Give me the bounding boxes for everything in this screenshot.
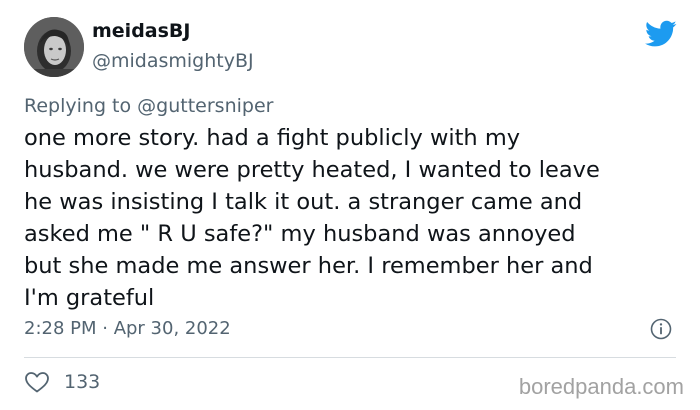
heart-icon [25, 372, 49, 393]
like-count: 133 [64, 371, 101, 393]
reply-context: Replying to @guttersniper [24, 95, 273, 117]
like-button[interactable]: 133 [24, 370, 100, 394]
tweet-timestamp[interactable]: 2:28 PM · Apr 30, 2022 [24, 318, 231, 339]
twitter-bird-icon[interactable] [645, 20, 677, 48]
reply-mention-link[interactable]: @guttersniper [137, 95, 273, 117]
author-handle[interactable]: @midasmightyBJ [92, 50, 254, 72]
watermark: boredpanda.com [518, 374, 684, 399]
avatar[interactable] [24, 17, 84, 77]
reply-prefix: Replying to [24, 95, 132, 117]
info-icon[interactable] [650, 318, 672, 340]
author-name[interactable]: meidasBJ [92, 20, 190, 42]
tweet-text: one more story. had a fight publicly wit… [24, 125, 600, 311]
divider [24, 357, 676, 358]
avatar-photo [24, 17, 84, 77]
